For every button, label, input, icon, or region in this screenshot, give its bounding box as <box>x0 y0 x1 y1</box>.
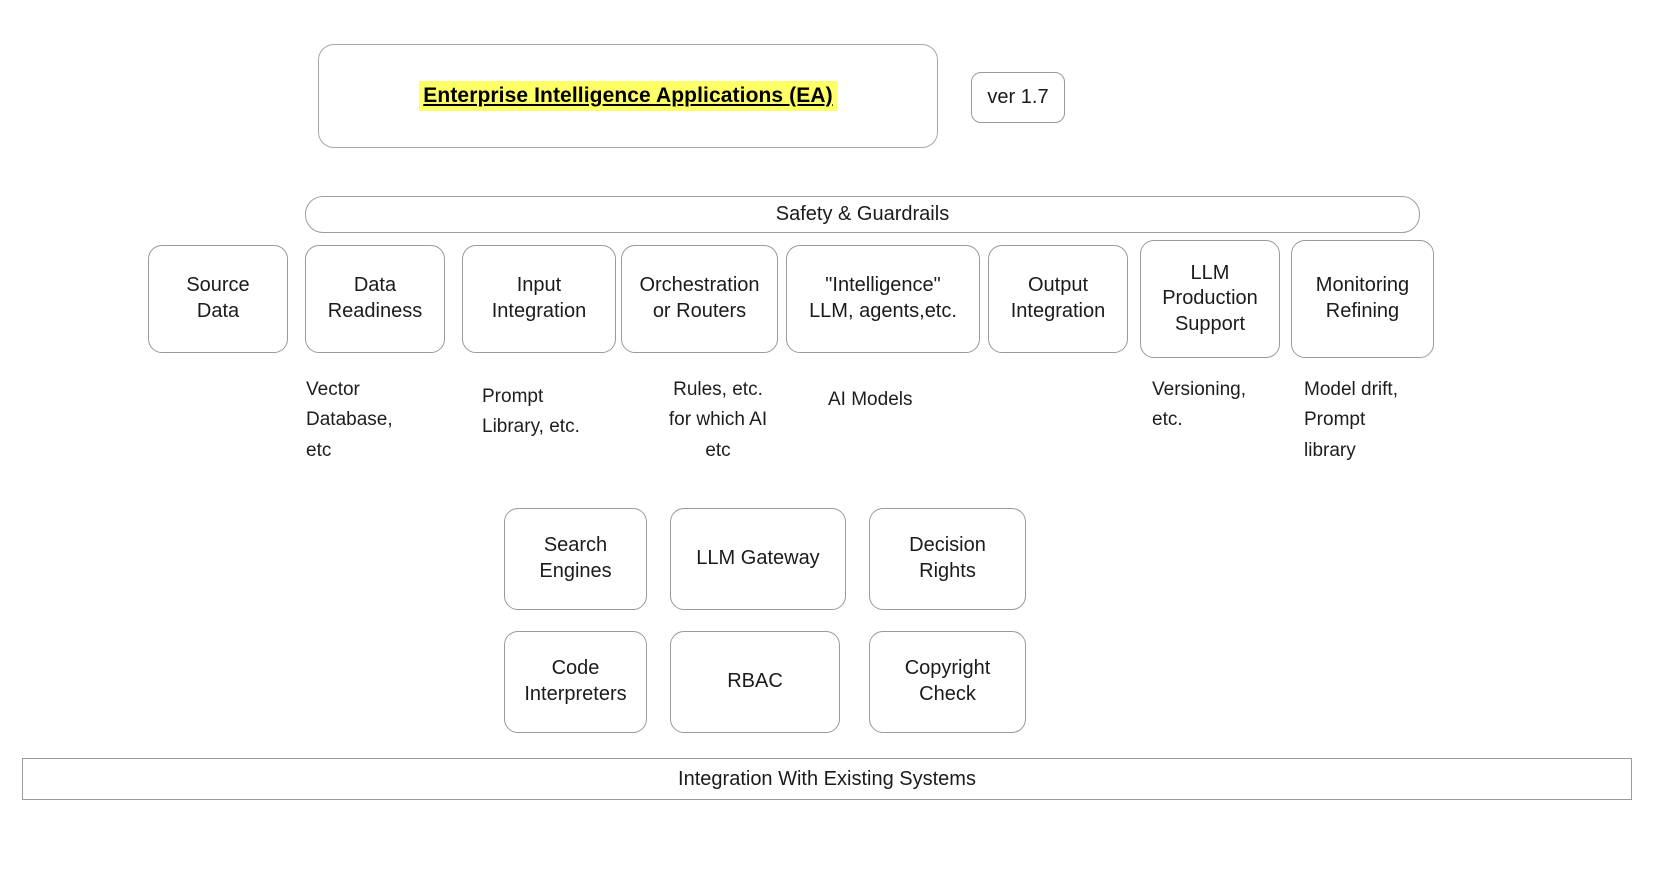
component-copyright-check: Copyright Check <box>869 631 1026 733</box>
component-search-engines: Search Engines <box>504 508 647 610</box>
caption-prompt-library: Prompt Library, etc. <box>482 386 580 438</box>
pillar-monitoring-refining: Monitoring Refining <box>1291 240 1434 358</box>
page-title: Enterprise Intelligence Applications (EA… <box>419 80 837 112</box>
caption-vector-database: Vector Database, etc <box>306 379 393 461</box>
pillar-input-integration: Input Integration <box>462 245 616 353</box>
caption-rules: Rules, etc. for which AI etc <box>668 379 768 461</box>
pillar-intelligence: "Intelligence" LLM, agents,etc. <box>786 245 980 353</box>
safety-guardrails-bar: Safety & Guardrails <box>305 196 1420 233</box>
caption-ai-models: AI Models <box>828 389 913 410</box>
pillar-data-readiness: Data Readiness <box>305 245 445 353</box>
pillar-llm-production-support: LLM Production Support <box>1140 240 1280 358</box>
integration-existing-systems-bar: Integration With Existing Systems <box>22 758 1632 800</box>
caption-versioning: Versioning, etc. <box>1152 379 1247 431</box>
component-decision-rights: Decision Rights <box>869 508 1026 610</box>
version-badge: ver 1.7 <box>971 72 1065 123</box>
component-rbac: RBAC <box>670 631 840 733</box>
pillar-source-data: Source Data <box>148 245 288 353</box>
title-box: Enterprise Intelligence Applications (EA… <box>318 44 938 148</box>
diagram-canvas: Enterprise Intelligence Applications (EA… <box>0 0 1654 878</box>
component-code-interpreters: Code Interpreters <box>504 631 647 733</box>
pillar-orchestration: Orchestration or Routers <box>621 245 778 353</box>
component-llm-gateway: LLM Gateway <box>670 508 846 610</box>
caption-model-drift: Model drift, Prompt library <box>1304 379 1398 461</box>
pillar-output-integration: Output Integration <box>988 245 1128 353</box>
